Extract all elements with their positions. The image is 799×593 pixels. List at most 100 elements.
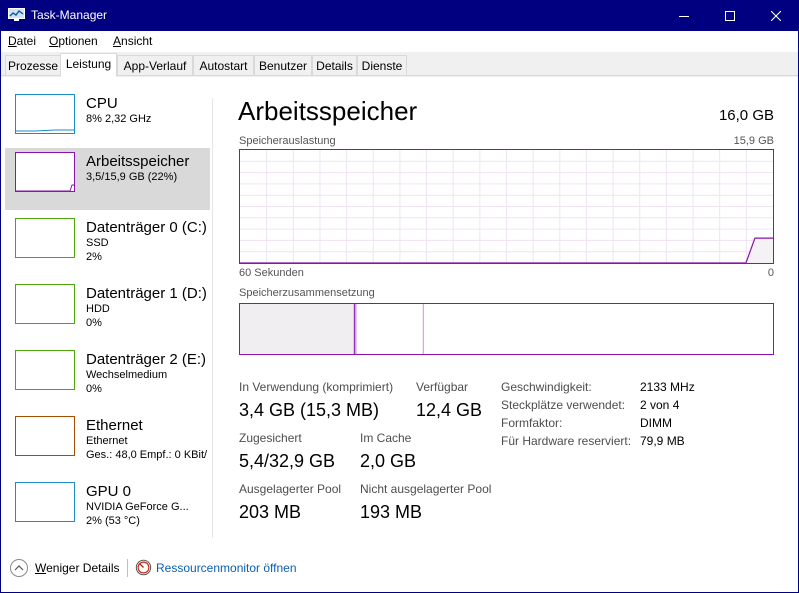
minimize-icon (679, 15, 689, 17)
menu-file-mnemonic: D (8, 34, 17, 48)
ethernet-thumbnail (15, 416, 75, 456)
stat-cached-label: Im Cache (360, 431, 412, 445)
fewer-details-button[interactable] (10, 559, 28, 577)
resource-detail: SSD (86, 237, 109, 249)
tab-performance[interactable]: Leistung (60, 53, 117, 77)
menu-options-label: ptionen (58, 34, 98, 48)
resource-detail: HDD (86, 303, 110, 315)
usage-graph-label: Speicherauslastung (239, 135, 336, 147)
tab-processes[interactable]: Prozesse (5, 55, 61, 76)
detail-slots-value: 2 von 4 (640, 398, 680, 412)
menu-bar: Datei Optionen Ansicht (1, 31, 798, 52)
resource-name: Ethernet (86, 417, 143, 434)
disk-1-thumbnail (15, 284, 75, 324)
resource-monitor-icon (135, 559, 152, 576)
resource-name: Datenträger 0 (C:) (86, 219, 207, 236)
window-title: Task-Manager (31, 8, 108, 22)
composition-label: Speicherzusammensetzung (239, 287, 375, 299)
tab-strip: Prozesse Leistung App-Verlauf Autostart … (1, 52, 798, 77)
resource-name: Datenträger 1 (D:) (86, 285, 207, 302)
resource-detail: NVIDIA GeForce G... (86, 501, 189, 513)
menu-view[interactable]: Ansicht (113, 34, 152, 48)
menu-options[interactable]: Optionen (49, 34, 98, 48)
stat-committed-label: Zugesichert (239, 431, 302, 445)
fewer-details-link[interactable]: Weniger Details (35, 561, 119, 575)
detail-hardware-reserved-value: 79,9 MB (640, 434, 685, 448)
resource-usage: Ges.: 48,0 Empf.: 0 KBit/ (86, 449, 208, 461)
detail-speed-value: 2133 MHz (640, 380, 695, 394)
total-memory: 16,0 GB (718, 107, 774, 124)
resource-usage: 2% (53 °C) (86, 515, 140, 527)
stat-in-use-value: 3,4 GB (15,3 MB) (239, 400, 380, 420)
disk-0-thumbnail (15, 218, 75, 258)
graph-grid (240, 150, 773, 263)
composition-in-use (240, 304, 355, 354)
resource-ethernet[interactable]: Ethernet Ethernet Ges.: 48,0 Empf.: 0 KB… (5, 412, 210, 474)
fewer-details-label: eniger Details (46, 561, 120, 575)
title-bar[interactable]: Task-Manager (0, 0, 799, 31)
resource-list: CPU 8% 2,32 GHz Arbeitsspeicher 3,5/15,9… (1, 76, 213, 541)
close-button[interactable] (753, 0, 799, 31)
resource-cpu[interactable]: CPU 8% 2,32 GHz (5, 90, 210, 152)
resource-usage: 0% (86, 317, 102, 329)
footer-separator (127, 559, 128, 577)
page-title: Arbeitsspeicher (238, 96, 418, 126)
close-icon (771, 10, 781, 21)
gpu-thumbnail (15, 482, 75, 522)
memory-usage-graph (239, 149, 774, 264)
resource-disk-2[interactable]: Datenträger 2 (E:) Wechselmedium 0% (5, 346, 210, 408)
stat-committed-value: 5,4/32,9 GB (239, 451, 336, 471)
cpu-thumbnail (15, 94, 75, 134)
resource-memory[interactable]: Arbeitsspeicher 3,5/15,9 GB (22%) (5, 148, 210, 210)
memory-composition-bar (239, 303, 774, 355)
resource-usage: 2% (86, 251, 102, 263)
stat-available-label: Verfügbar (416, 380, 469, 394)
stat-available-value: 12,4 GB (416, 400, 483, 420)
detail-speed-label: Geschwindigkeit: (501, 380, 592, 394)
tab-details[interactable]: Details (312, 55, 357, 76)
footer: Weniger Details Ressourcenmonitor öffnen (1, 541, 798, 591)
resource-name: Datenträger 2 (E:) (86, 351, 207, 368)
chevron-up-icon (14, 565, 24, 571)
resource-usage: 0% (86, 383, 102, 395)
maximize-icon (725, 10, 735, 21)
resource-name: GPU 0 (86, 483, 132, 500)
menu-options-mnemonic: O (49, 34, 59, 48)
resource-detail: 3,5/15,9 GB (22%) (86, 171, 178, 183)
fewer-details-mnemonic: W (35, 561, 47, 575)
open-resource-monitor-link[interactable]: Ressourcenmonitor öffnen (156, 561, 297, 575)
stat-nonpaged-pool-value: 193 MB (360, 502, 423, 522)
detail-hardware-reserved-label: Für Hardware reserviert: (501, 434, 632, 448)
resource-detail: Wechselmedium (86, 369, 168, 381)
detail-slots-label: Steckplätze verwendet: (501, 398, 626, 412)
maximize-button[interactable] (707, 0, 753, 31)
resource-name: CPU (86, 95, 118, 112)
resource-detail: Ethernet (86, 435, 128, 447)
resource-gpu[interactable]: GPU 0 NVIDIA GeForce G... 2% (53 °C) (5, 478, 210, 540)
memory-thumbnail (15, 152, 75, 192)
tab-users[interactable]: Benutzer (254, 55, 312, 76)
resource-disk-0[interactable]: Datenträger 0 (C:) SSD 2% (5, 214, 210, 276)
menu-file-label: atei (16, 34, 37, 48)
resource-detail: 8% 2,32 GHz (86, 113, 152, 125)
tab-app-history[interactable]: App-Verlauf (117, 55, 193, 76)
tab-services[interactable]: Dienste (357, 55, 407, 76)
minimize-button[interactable] (661, 0, 707, 31)
usage-graph-max: 15,9 GB (733, 135, 774, 147)
stat-paged-pool-label: Ausgelagerter Pool (239, 482, 342, 496)
resource-disk-1[interactable]: Datenträger 1 (D:) HDD 0% (5, 280, 210, 342)
disk-2-thumbnail (15, 350, 75, 390)
menu-view-label: nsicht (121, 34, 153, 48)
resource-name: Arbeitsspeicher (86, 153, 190, 170)
time-axis-left: 60 Sekunden (239, 267, 304, 279)
panel-divider (212, 98, 213, 538)
stat-in-use-label: In Verwendung (komprimiert) (239, 380, 394, 394)
stat-paged-pool-value: 203 MB (239, 502, 302, 522)
task-manager-icon (8, 8, 25, 21)
detail-form-factor-value: DIMM (640, 416, 672, 430)
tab-startup[interactable]: Autostart (193, 55, 254, 76)
stat-cached-value: 2,0 GB (360, 451, 417, 471)
detail-form-factor-label: Formfaktor: (501, 416, 563, 430)
menu-file[interactable]: Datei (8, 34, 36, 48)
stat-nonpaged-pool-label: Nicht ausgelagerter Pool (360, 482, 492, 496)
